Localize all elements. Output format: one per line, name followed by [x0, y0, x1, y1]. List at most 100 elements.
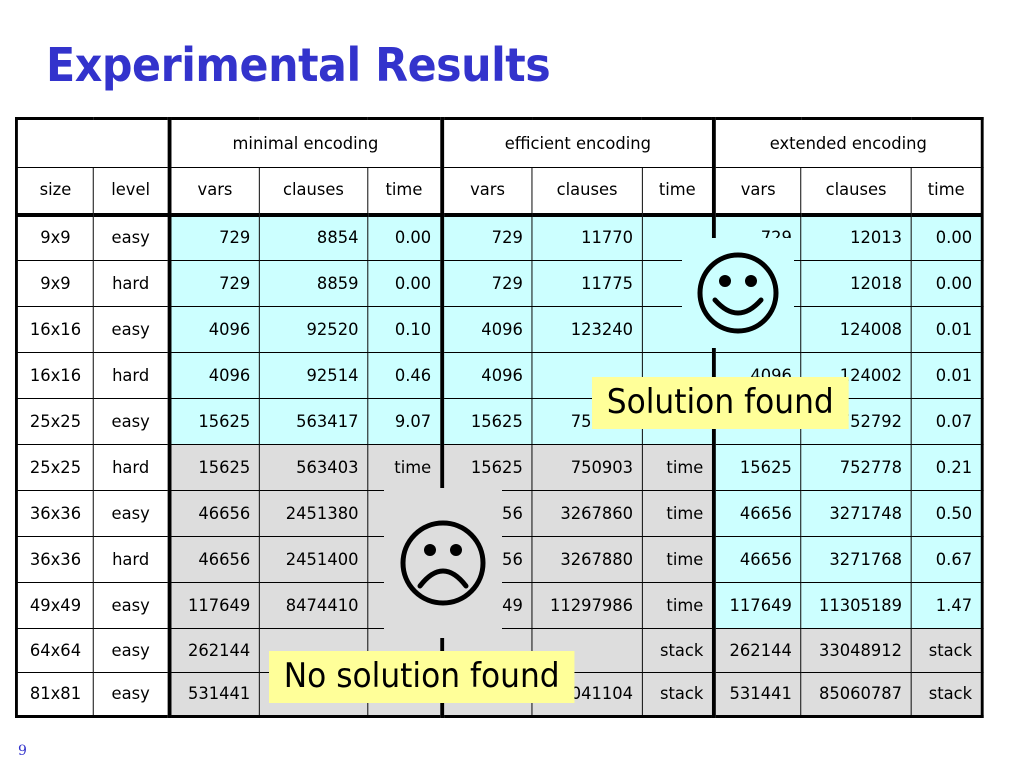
cell-efficient-vars: 729 — [439, 260, 533, 307]
column-header-minimal-time: time — [367, 167, 443, 217]
cell-extended-time: 0.00 — [910, 260, 983, 307]
cell-level: easy — [93, 214, 170, 261]
cell-minimal-clauses: 563403 — [258, 444, 369, 491]
cell-size: 9x9 — [15, 214, 95, 261]
cell-size: 64x64 — [15, 628, 95, 673]
table-row: 25x25 hard 15625 563403 time 15625 750903 time 1… — [15, 444, 983, 491]
cell-efficient-vars: 4096 — [439, 306, 533, 353]
table-row: 9x9hard72988590.0072911775729120180.00 — [15, 260, 983, 307]
cell-extended-vars: 15625 — [711, 444, 802, 491]
cell-minimal-vars: 262144 — [167, 628, 260, 673]
cell-size: 36x36 — [15, 536, 95, 583]
cell-efficient-vars: 15625 — [439, 398, 533, 445]
cell-minimal-clauses: 8474410 — [258, 582, 369, 629]
cell-size: 36x36 — [15, 490, 95, 537]
column-header-row: size level vars clauses time vars clause… — [15, 167, 983, 217]
cell-extended-time: stack — [910, 672, 983, 717]
cell-extended-clauses: 11305189 — [800, 582, 912, 629]
cell-efficient-time: time — [641, 444, 715, 491]
cell-extended-time: 0.00 — [910, 214, 983, 261]
cell-extended-clauses: 33048912 — [800, 628, 912, 673]
cell-efficient-time: time — [641, 490, 715, 537]
solution-found-face — [682, 238, 794, 348]
cell-efficient-clauses: 750903 — [531, 444, 643, 491]
cell-minimal-vars: 46656 — [167, 490, 260, 537]
cell-efficient-time: stack — [641, 672, 715, 717]
cell-minimal-time: 0.46 — [367, 352, 443, 399]
group-header-minimal: minimal encoding — [167, 118, 443, 168]
cell-extended-time: stack — [910, 628, 983, 673]
cell-minimal-vars: 15625 — [167, 444, 260, 491]
cell-extended-clauses: 3271748 — [800, 490, 912, 537]
cell-level: hard — [93, 444, 170, 491]
cell-minimal-vars: 729 — [167, 214, 260, 261]
cell-minimal-time: 9.07 — [367, 398, 443, 445]
cell-minimal-vars: 117649 — [167, 582, 260, 629]
page-number: 9 — [18, 743, 27, 759]
cell-extended-vars: 46656 — [711, 536, 802, 583]
cell-efficient-clauses: 3267860 — [531, 490, 643, 537]
column-header-size: size — [15, 167, 95, 217]
cell-extended-clauses: 85060787 — [800, 672, 912, 717]
cell-extended-vars: 262144 — [711, 628, 802, 673]
solution-found-callout: Solution found — [592, 377, 849, 429]
no-solution-face — [384, 488, 502, 638]
cell-minimal-clauses: 563417 — [258, 398, 369, 445]
empty-header-cell — [15, 118, 170, 168]
group-header-efficient: efficient encoding — [439, 118, 715, 168]
cell-minimal-vars: 729 — [167, 260, 260, 307]
cell-efficient-clauses: 11775 — [531, 260, 643, 307]
column-header-minimal-clauses: clauses — [258, 167, 369, 217]
cell-extended-clauses: 3271768 — [800, 536, 912, 583]
cell-size: 81x81 — [15, 672, 95, 717]
cell-minimal-vars: 4096 — [167, 306, 260, 353]
cell-size: 16x16 — [15, 352, 95, 399]
table-row: 9x9easy72988540.0072911770729120130.00 — [15, 214, 983, 261]
cell-level: easy — [93, 490, 170, 537]
cell-efficient-clauses: 11297986 — [531, 582, 643, 629]
cell-extended-time: 0.07 — [910, 398, 983, 445]
cell-minimal-time: 0.10 — [367, 306, 443, 353]
cell-level: hard — [93, 260, 170, 307]
cell-extended-time: 0.21 — [910, 444, 983, 491]
column-header-extended-clauses: clauses — [800, 167, 912, 217]
column-header-extended-vars: vars — [711, 167, 802, 217]
cell-efficient-vars: 15625 — [439, 444, 533, 491]
cell-efficient-clauses: 11770 — [531, 214, 643, 261]
group-header-row: minimal encoding efficient encoding exte… — [15, 118, 983, 168]
cell-efficient-vars: 729 — [439, 214, 533, 261]
cell-extended-clauses: 12013 — [800, 214, 912, 261]
cell-minimal-clauses: 92520 — [258, 306, 369, 353]
cell-level: easy — [93, 672, 170, 717]
cell-efficient-time: time — [641, 536, 715, 583]
cell-level: easy — [93, 306, 170, 353]
cell-level: easy — [93, 582, 170, 629]
cell-extended-vars: 117649 — [711, 582, 802, 629]
cell-efficient-time: stack — [641, 628, 715, 673]
cell-size: 9x9 — [15, 260, 95, 307]
slide-title: Experimental Results — [46, 38, 551, 92]
column-header-minimal-vars: vars — [167, 167, 260, 217]
cell-level: hard — [93, 536, 170, 583]
cell-extended-time: 0.67 — [910, 536, 983, 583]
cell-level: easy — [93, 628, 170, 673]
cell-minimal-time: 0.00 — [367, 214, 443, 261]
cell-minimal-clauses: 2451400 — [258, 536, 369, 583]
cell-extended-vars: 531441 — [711, 672, 802, 717]
cell-efficient-time: time — [641, 582, 715, 629]
cell-extended-clauses: 12018 — [800, 260, 912, 307]
cell-efficient-clauses: 123240 — [531, 306, 643, 353]
cell-extended-clauses: 752778 — [800, 444, 912, 491]
cell-level: easy — [93, 398, 170, 445]
cell-minimal-vars: 4096 — [167, 352, 260, 399]
cell-minimal-time: time — [367, 444, 443, 491]
cell-minimal-clauses: 92514 — [258, 352, 369, 399]
cell-size: 49x49 — [15, 582, 95, 629]
cell-minimal-vars: 15625 — [167, 398, 260, 445]
cell-minimal-clauses: 8859 — [258, 260, 369, 307]
cell-size: 25x25 — [15, 398, 95, 445]
column-header-efficient-time: time — [641, 167, 715, 217]
cell-extended-vars: 46656 — [711, 490, 802, 537]
cell-extended-clauses: 124008 — [800, 306, 912, 353]
cell-minimal-time: 0.00 — [367, 260, 443, 307]
